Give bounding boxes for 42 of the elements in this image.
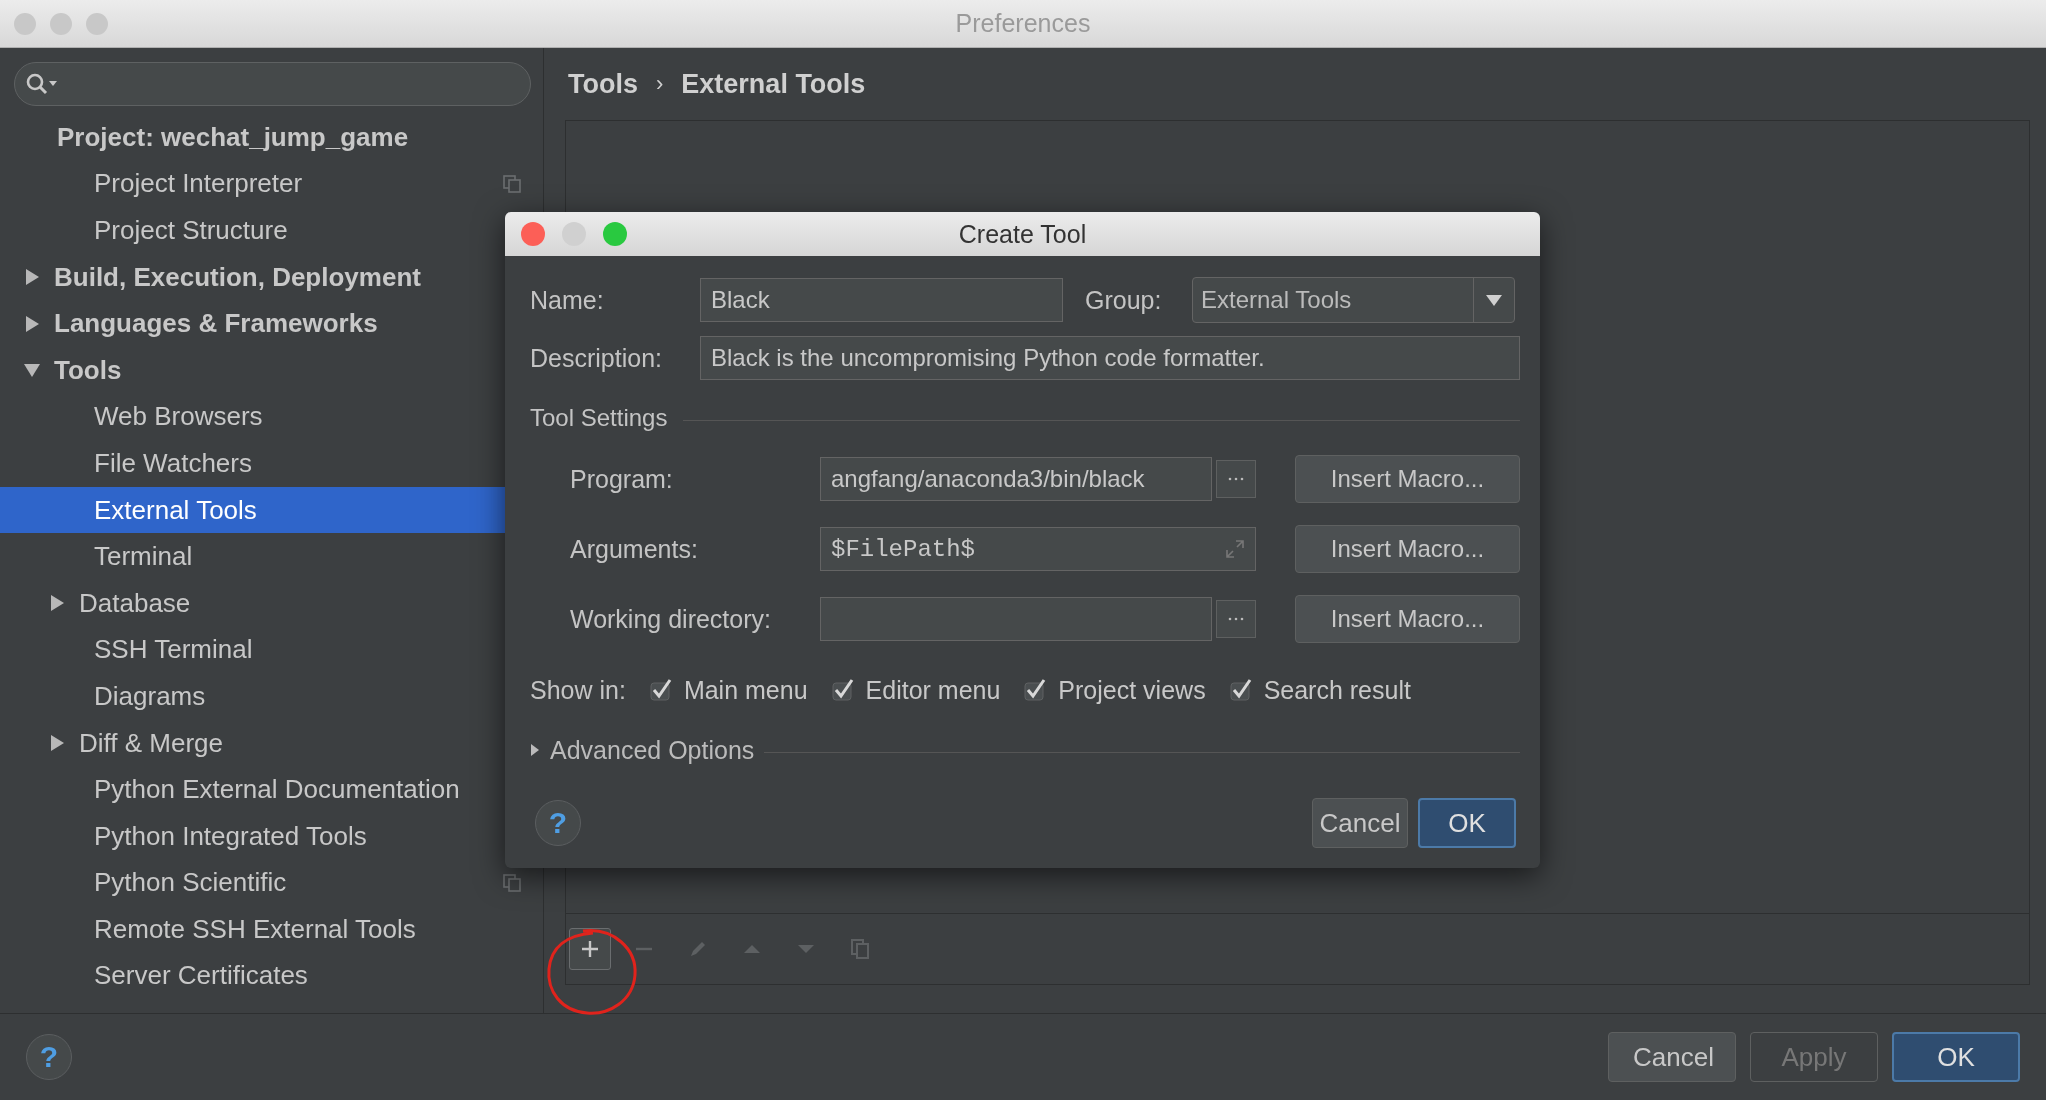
checkbox-label[interactable]: Project views — [1058, 675, 1206, 705]
sidebar-item[interactable]: Project Interpreter — [0, 160, 528, 208]
insert-macro-button[interactable]: Insert Macro... — [1295, 525, 1520, 573]
group-dropdown[interactable]: External Tools — [1192, 277, 1515, 323]
insert-macro-button[interactable]: Insert Macro... — [1295, 595, 1520, 643]
field-label: Group: — [1085, 285, 1163, 315]
sidebar-item[interactable]: Project: wechat_jump_game — [0, 114, 528, 161]
help-button[interactable]: ? — [535, 800, 581, 846]
insert-macro-button[interactable]: Insert Macro... — [1295, 455, 1520, 503]
dialog-button[interactable]: Cancel — [1312, 798, 1408, 848]
field-label: Description: — [530, 343, 663, 373]
breadcrumb-item[interactable]: External Tools — [681, 68, 866, 100]
checkbox-label[interactable]: Main menu — [683, 675, 808, 705]
ok-button[interactable]: OK — [1418, 798, 1516, 848]
description-field[interactable]: Black is the uncompromising Python code formatter. — [700, 336, 1520, 380]
field-label: Name: — [530, 285, 605, 315]
sidebar-item[interactable]: Diff & Merge — [0, 719, 528, 767]
sidebar-item[interactable]: Tools — [0, 346, 528, 394]
breadcrumb-separator: › — [656, 71, 664, 97]
arguments-field[interactable]: $FilePath$ — [820, 527, 1256, 571]
sidebar-item[interactable]: Languages & Frameworks — [0, 300, 528, 347]
sidebar-item[interactable]: Python Scientific — [0, 859, 528, 907]
name-field[interactable]: Black — [700, 278, 1063, 322]
ok-button[interactable]: OK — [1892, 1032, 2020, 1082]
sidebar-item[interactable]: Remote SSH External Tools — [0, 906, 528, 953]
section-title[interactable]: Advanced Options — [550, 735, 755, 765]
text-field[interactable]: angfang/anaconda3/bin/black — [820, 457, 1212, 501]
sidebar-item[interactable]: Database — [0, 579, 528, 627]
help-button[interactable]: ? — [26, 1034, 72, 1080]
sidebar-item[interactable]: Server Certificates — [0, 952, 528, 1000]
field-label: Working directory: — [570, 604, 772, 634]
field-label: Arguments: — [570, 534, 699, 564]
dialog-title: Create Tool — [958, 219, 1087, 249]
sidebar-item[interactable]: Build, Execution, Deployment — [0, 253, 528, 301]
dialog-button[interactable]: Cancel — [1608, 1032, 1736, 1082]
field-label: Program: — [570, 464, 674, 494]
section-title: Tool Settings — [530, 404, 668, 432]
breadcrumb-item[interactable]: Tools — [568, 68, 638, 100]
checkbox-label[interactable]: Search result — [1263, 675, 1411, 705]
window-title: Preferences — [955, 9, 1091, 38]
checkbox-label[interactable]: Editor menu — [865, 675, 1001, 705]
field-label: Show in: — [530, 675, 626, 705]
